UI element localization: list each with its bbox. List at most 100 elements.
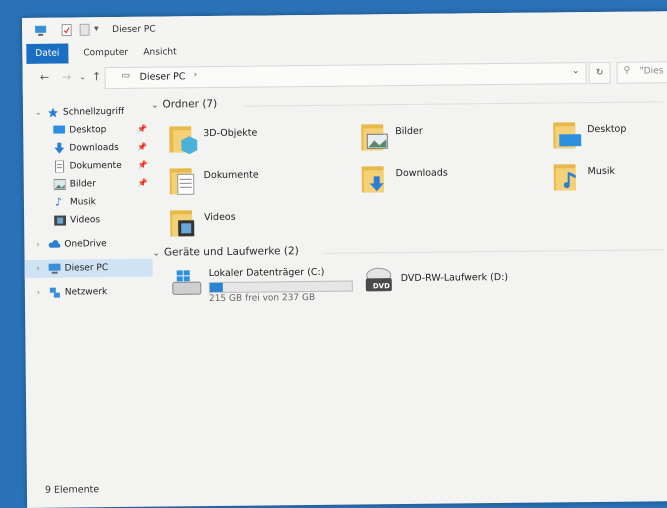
sidebar-label: Downloads <box>69 139 119 158</box>
drive-free-space: 215 GB frei von 237 GB <box>209 293 315 304</box>
folder-downloads[interactable]: Downloads <box>362 161 542 201</box>
sidebar-item-dokumente[interactable]: Dokumente 📌 <box>23 157 151 176</box>
content-pane: ⌄Ordner (7) 3D-Objekte Bilder Desktop Do… <box>151 89 667 507</box>
folder-dokumente[interactable]: Dokumente <box>170 163 350 203</box>
folder-3d-objekte[interactable]: 3D-Objekte <box>169 121 349 161</box>
sidebar-label: Dokumente <box>69 157 121 176</box>
drive-label: Lokaler Datenträger (C:) <box>209 267 325 279</box>
expanded-chevron-icon[interactable]: ⌄ <box>35 104 42 122</box>
sidebar-item-dieser-pc[interactable]: › Dieser PC <box>25 259 153 278</box>
desktop-icon <box>53 125 65 137</box>
star-icon <box>47 107 59 119</box>
refresh-button[interactable]: ↻ <box>588 62 610 84</box>
collapsed-chevron-icon[interactable]: › <box>37 260 40 278</box>
folder-videos-icon <box>170 206 198 238</box>
collapsed-chevron-icon[interactable]: › <box>36 236 39 254</box>
search-placeholder: "Dies <box>640 66 664 76</box>
back-arrow-icon[interactable]: ← <box>37 70 53 86</box>
group-collapse-icon[interactable]: ⌄ <box>151 101 159 111</box>
download-arrow-icon <box>53 143 65 155</box>
sidebar-item-videos[interactable]: Videos <box>24 211 152 230</box>
navigation-pane: ⌄ Schnellzugriff Desktop 📌 Downloads 📌 D… <box>23 95 155 496</box>
drive-label: DVD-RW-Laufwerk (D:) <box>401 272 508 284</box>
group-title: Ordner (7) <box>162 98 217 111</box>
folder-label: Dokumente <box>204 170 259 182</box>
tab-computer[interactable]: Computer <box>74 43 137 64</box>
sidebar-item-musik[interactable]: ♪ Musik <box>24 193 152 212</box>
folder-label: Downloads <box>396 168 448 180</box>
sidebar-item-schnellzugriff[interactable]: ⌄ Schnellzugriff <box>23 103 151 122</box>
pictures-icon <box>54 179 66 191</box>
sidebar-label: Desktop <box>69 121 106 139</box>
group-header-ordner[interactable]: ⌄Ordner (7) <box>151 98 217 111</box>
computer-icon <box>49 263 61 275</box>
group-header-laufwerke[interactable]: ⌄Geräte und Laufwerke (2) <box>152 245 298 259</box>
folder-music-icon <box>554 160 582 192</box>
customize-toolbar-icon[interactable]: ▾ <box>94 24 107 37</box>
dvd-badge: DVD <box>373 282 390 290</box>
group-divider <box>243 101 663 106</box>
folder-desktop[interactable]: Desktop <box>553 117 667 157</box>
status-bar-count: 9 Elemente <box>45 484 99 496</box>
folder-label: Desktop <box>587 124 626 135</box>
sidebar-label: OneDrive <box>64 235 107 253</box>
address-bar[interactable]: ▭ Dieser PC › ⌄ <box>105 62 587 89</box>
forward-arrow-icon[interactable]: → <box>59 69 75 85</box>
pin-icon[interactable]: 📌 <box>137 157 147 175</box>
new-folder-icon[interactable] <box>78 23 91 36</box>
folder-desktop-icon <box>553 118 581 150</box>
pin-icon[interactable]: 📌 <box>137 121 147 139</box>
hard-drive-windows-icon <box>171 268 203 298</box>
tab-datei[interactable]: Datei <box>26 44 68 64</box>
search-box[interactable]: ⚲ "Dies <box>616 61 667 84</box>
cloud-icon <box>48 239 60 251</box>
window-title: Dieser PC <box>112 25 156 35</box>
explorer-window: ▾ Dieser PC Datei Computer Ansicht ← → ⌄… <box>22 11 667 508</box>
breadcrumb-this-pc[interactable]: Dieser PC <box>140 71 186 82</box>
pc-breadcrumb-icon: ▭ <box>122 71 131 81</box>
folder-label: 3D-Objekte <box>203 128 257 140</box>
properties-icon[interactable] <box>60 23 73 36</box>
sidebar-item-onedrive[interactable]: › OneDrive <box>24 235 152 254</box>
sidebar-item-downloads[interactable]: Downloads 📌 <box>23 139 151 158</box>
folder-label: Videos <box>204 212 236 223</box>
dvd-drive-icon <box>363 266 395 296</box>
sidebar-label: Musik <box>70 193 96 211</box>
pin-icon[interactable]: 📌 <box>137 139 147 157</box>
sidebar-label: Schnellzugriff <box>63 103 124 122</box>
folder-label: Bilder <box>395 126 423 137</box>
sidebar-label: Bilder <box>70 175 96 193</box>
collapsed-chevron-icon[interactable]: › <box>37 284 40 302</box>
drive-d[interactable]: DVD DVD-RW-Laufwerk (D:) <box>363 262 563 304</box>
sidebar-label: Dieser PC <box>65 259 109 277</box>
folder-musik[interactable]: Musik <box>554 159 667 199</box>
drive-c[interactable]: Lokaler Datenträger (C:) 215 GB frei von… <box>171 264 361 306</box>
network-icon <box>49 287 61 299</box>
folder-3d-objects-icon <box>169 122 197 154</box>
drive-usage-bar <box>209 281 353 294</box>
music-note-icon: ♪ <box>55 194 67 206</box>
folder-documents-icon <box>170 164 198 196</box>
folder-pictures-icon <box>361 120 389 152</box>
video-film-icon <box>54 215 66 227</box>
drive-usage-fill <box>210 283 223 292</box>
folder-downloads-icon <box>362 162 390 194</box>
search-icon: ⚲ <box>624 66 631 76</box>
pin-icon[interactable]: 📌 <box>138 175 148 193</box>
sidebar-item-bilder[interactable]: Bilder 📌 <box>24 175 152 194</box>
group-collapse-icon[interactable]: ⌄ <box>152 249 160 259</box>
tab-ansicht[interactable]: Ansicht <box>134 42 185 63</box>
sidebar-item-desktop[interactable]: Desktop 📌 <box>23 121 151 140</box>
group-divider <box>322 249 664 254</box>
folder-label: Musik <box>588 166 615 177</box>
breadcrumb-chevron-icon[interactable]: › <box>194 70 198 80</box>
up-arrow-icon[interactable]: ↑ <box>89 69 105 85</box>
address-dropdown-icon[interactable]: ⌄ <box>572 66 580 76</box>
sidebar-label: Videos <box>70 211 100 229</box>
folder-bilder[interactable]: Bilder <box>361 119 541 159</box>
document-icon <box>53 161 65 173</box>
sidebar-label: Netzwerk <box>65 283 108 301</box>
navigation-bar: ← → ⌄ ↑ ▭ Dieser PC › ⌄ ↻ ⚲ "Dies <box>22 57 667 94</box>
sidebar-item-netzwerk[interactable]: › Netzwerk <box>25 283 153 302</box>
folder-videos[interactable]: Videos <box>170 205 350 245</box>
